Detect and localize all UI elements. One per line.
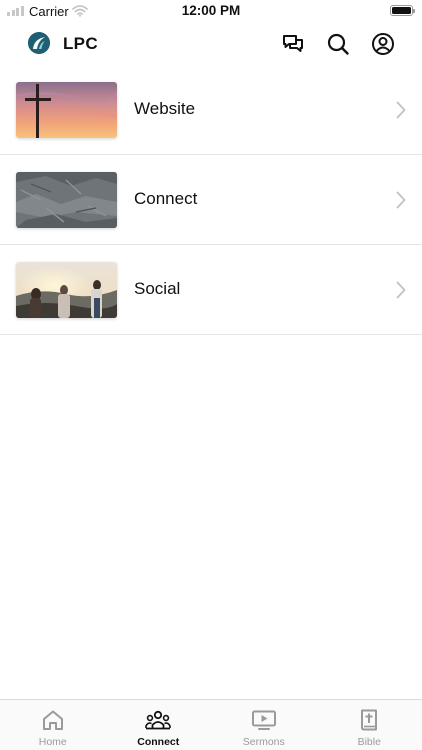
status-bar: Carrier 12:00 PM — [0, 0, 422, 22]
list-item-label: Social — [134, 279, 181, 298]
list-item-label: Website — [134, 99, 196, 118]
search-icon[interactable] — [326, 32, 350, 56]
chevron-right-icon — [396, 191, 406, 209]
list-item-connect[interactable]: Connect — [0, 155, 422, 245]
connect-list: Website Connect Social — [0, 65, 422, 335]
app-title: LPC — [63, 34, 98, 53]
app-header: LPC — [0, 22, 422, 66]
tab-label: Sermons — [242, 736, 285, 748]
tab-bar: Home Connect Sermons Bible — [0, 699, 422, 750]
chevron-right-icon — [396, 281, 406, 299]
tab-connect[interactable]: Connect — [106, 700, 212, 750]
chevron-right-icon — [396, 101, 406, 119]
list-item-social[interactable]: Social — [0, 245, 422, 335]
tab-sermons[interactable]: Sermons — [211, 700, 317, 750]
tab-label: Bible — [357, 736, 381, 748]
tab-label: Home — [38, 736, 67, 748]
people-hillside-image — [16, 262, 117, 318]
tab-label: Connect — [137, 736, 180, 748]
list-item-website[interactable]: Website — [0, 65, 422, 155]
lpc-logo-icon[interactable] — [28, 32, 50, 54]
list-item-label: Connect — [134, 189, 198, 208]
stone-texture-image — [16, 172, 117, 228]
battery-icon — [390, 5, 415, 16]
cross-sunset-image — [16, 82, 117, 138]
home-icon — [40, 709, 66, 731]
tab-home[interactable]: Home — [0, 700, 106, 750]
video-play-icon — [251, 709, 277, 731]
group-icon — [145, 709, 172, 731]
tab-bible[interactable]: Bible — [317, 700, 422, 750]
profile-icon[interactable] — [371, 32, 395, 56]
chat-icon[interactable] — [281, 32, 305, 56]
bible-icon — [356, 709, 382, 731]
status-time: 12:00 PM — [181, 3, 241, 18]
